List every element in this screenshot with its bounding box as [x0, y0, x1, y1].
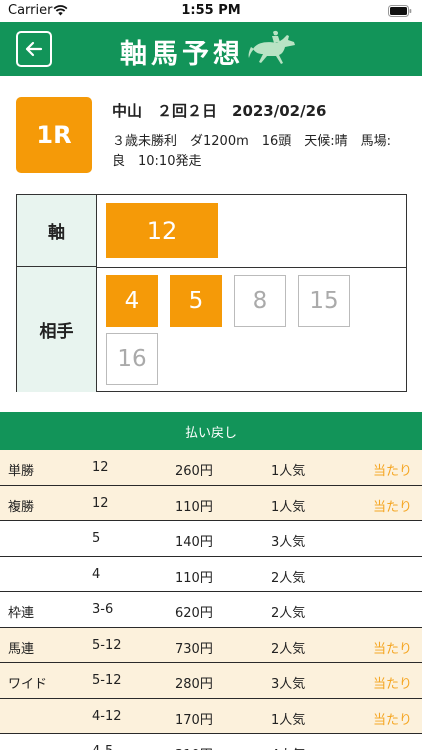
- payout-row: 複勝 12 110円 1人気 当たり: [0, 485, 422, 521]
- axis-horse-number: 12: [106, 203, 218, 258]
- picks-table: 軸 相手 12 4 5 8 15 16: [16, 194, 407, 392]
- popularity-rank: 3人気: [271, 677, 306, 692]
- race-number-badge: 1R: [16, 97, 92, 173]
- row-divider: [97, 267, 407, 268]
- bet-type: 単勝: [8, 464, 35, 479]
- hit-label: 当たり: [372, 464, 412, 479]
- payout-row: 単勝 12 260円 1人気 当たり: [0, 450, 422, 486]
- payout-amount: 310円: [175, 744, 213, 750]
- payout-list: 単勝 12 260円 1人気 当たり 複勝 12 110円 1人気 当たり 5 140円 3人気 4 110…: [0, 450, 422, 750]
- bet-combination: 3-6: [92, 602, 114, 617]
- payout-row: 馬連 5-12 730円 2人気 当たり: [0, 627, 422, 663]
- payout-amount: 280円: [175, 677, 213, 692]
- bet-combination: 5-12: [92, 673, 122, 688]
- payout-amount: 260円: [175, 464, 213, 479]
- popularity-rank: 2人気: [271, 606, 306, 621]
- payout-amount: 110円: [175, 570, 213, 586]
- battery-icon: [388, 5, 412, 17]
- popularity-rank: 2人気: [271, 641, 306, 657]
- partner-horse-number: 16: [106, 333, 158, 385]
- payout-amount: 140円: [175, 535, 213, 550]
- back-button[interactable]: [16, 31, 52, 67]
- popularity-rank: 1人気: [271, 712, 306, 728]
- racehorse-jockey-icon: [248, 30, 295, 64]
- popularity-rank: 1人気: [271, 499, 306, 515]
- bet-combination: 12: [92, 460, 109, 475]
- nav-bar: 軸馬予想: [0, 22, 422, 76]
- payout-amount: 620円: [175, 606, 213, 621]
- bet-type: 枠連: [8, 606, 35, 621]
- payout-row: 枠連 3-6 620円 2人気: [0, 592, 422, 628]
- bet-type: 複勝: [8, 499, 35, 515]
- page-title: 軸馬予想: [120, 39, 244, 70]
- race-detail: ３歳未勝利 ダ1200m 16頭 天候:晴 馬場:良 10:10発走: [112, 134, 392, 169]
- bet-combination: 12: [92, 495, 109, 511]
- partner-horse-number: 8: [234, 275, 286, 327]
- bet-type: 馬連: [8, 641, 35, 657]
- race-heading: 中山 ２回２日 2023/02/26: [112, 102, 327, 120]
- payout-amount: 730円: [175, 641, 213, 657]
- partner-horse-number: 15: [298, 275, 350, 327]
- payout-row: 4-5 310円 4人気: [0, 734, 422, 750]
- payout-amount: 110円: [175, 499, 213, 515]
- hit-label: 当たり: [372, 641, 412, 657]
- payout-row: 4 110円 2人気: [0, 557, 422, 592]
- hit-label: 当たり: [372, 712, 412, 728]
- payout-amount: 170円: [175, 712, 213, 728]
- partner-label: 相手: [17, 267, 97, 392]
- payout-row: ワイド 5-12 280円 3人気 当たり: [0, 663, 422, 699]
- payout-row: 5 140円 3人気: [0, 521, 422, 557]
- arrow-left-icon: [25, 41, 43, 57]
- bet-combination: 4: [92, 566, 101, 582]
- hit-label: 当たり: [372, 677, 412, 692]
- popularity-rank: 4人気: [271, 744, 305, 750]
- partner-horse-number: 4: [106, 275, 158, 327]
- bet-type: ワイド: [8, 677, 48, 692]
- partner-horse-number: 5: [170, 275, 222, 327]
- bet-combination: 4-5: [92, 744, 113, 750]
- popularity-rank: 2人気: [271, 570, 306, 586]
- bet-combination: 5-12: [92, 637, 122, 653]
- axis-label: 軸: [17, 195, 97, 267]
- hit-label: 当たり: [372, 499, 412, 515]
- popularity-rank: 3人気: [271, 535, 306, 550]
- clock: 1:55 PM: [181, 3, 241, 18]
- payout-row: 4-12 170円 1人気 当たり: [0, 698, 422, 734]
- bet-combination: 5: [92, 531, 101, 546]
- popularity-rank: 1人気: [271, 464, 306, 479]
- bet-combination: 4-12: [92, 708, 122, 724]
- status-bar: Carrier 1:55 PM: [0, 0, 422, 22]
- payout-header: 払い戻し: [0, 412, 422, 450]
